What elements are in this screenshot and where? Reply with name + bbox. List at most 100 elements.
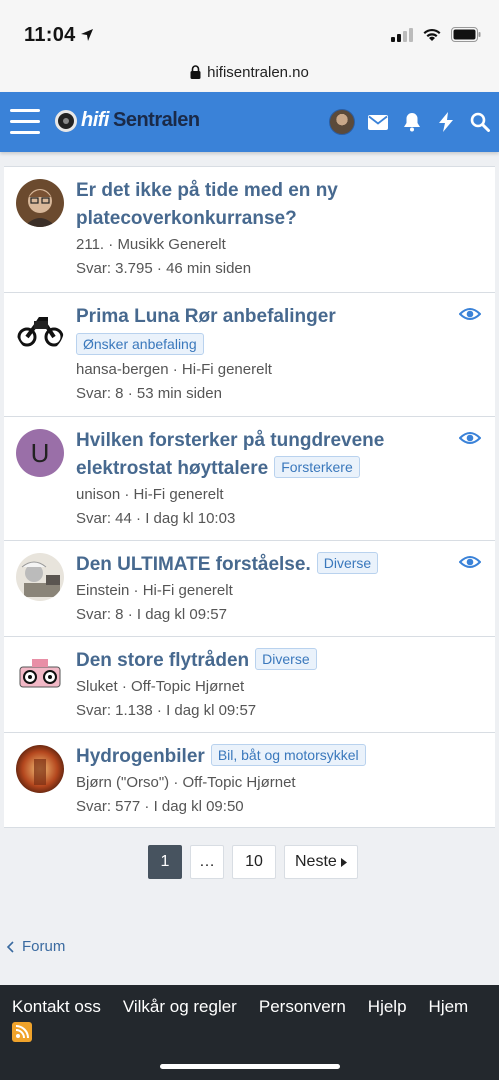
thread-item[interactable]: Hydrogenbiler Bil, båt og motorsykkel Bjø… bbox=[4, 732, 495, 828]
lock-icon bbox=[190, 65, 201, 79]
watched-eye-icon[interactable] bbox=[458, 431, 482, 445]
thread-title-text[interactable]: Er det ikke på tide med en ny platecover… bbox=[76, 180, 338, 229]
thread-author[interactable]: Bjørn ("Orso") bbox=[76, 774, 169, 791]
site-header: hifi Sentralen bbox=[0, 92, 499, 152]
thread-author[interactable]: 211. bbox=[76, 236, 104, 253]
avatar[interactable]: U bbox=[16, 429, 64, 477]
thread-title-text[interactable]: Den store flytråden bbox=[76, 650, 249, 671]
caret-right-icon bbox=[340, 857, 347, 867]
thread-prefix-badge[interactable]: Diverse bbox=[316, 552, 379, 574]
thread-stats: Svar: 3.795 · 46 min siden bbox=[76, 260, 252, 277]
thread-forum[interactable]: Off-Topic Hjørnet bbox=[183, 774, 296, 791]
url-domain: hifisentralen.no bbox=[207, 63, 309, 81]
thread-title[interactable]: Prima Luna Rør anbefalinger bbox=[76, 303, 485, 331]
thread-prefix-badge[interactable]: Diverse bbox=[255, 648, 317, 670]
avatar[interactable] bbox=[16, 553, 64, 601]
thread-stats: Svar: 577 · I dag kl 09:50 bbox=[76, 798, 244, 815]
thread-time: 53 min siden bbox=[136, 385, 222, 402]
thread-item[interactable]: Den store flytråden Diverse Sluket · Off-… bbox=[4, 636, 495, 732]
inbox-envelope-icon[interactable] bbox=[367, 111, 389, 133]
thread-title[interactable]: Hvilken forsterker på tungdrevene elektr… bbox=[76, 427, 485, 483]
thread-prefix-badge[interactable]: Forsterkere bbox=[274, 456, 360, 478]
thread-forum[interactable]: Hi-Fi generelt bbox=[143, 582, 233, 599]
thread-forum[interactable]: Off-Topic Hjørnet bbox=[131, 678, 244, 695]
thread-meta: Bjørn ("Orso") · Off-Topic Hjørnet bbox=[76, 774, 296, 791]
thread-title[interactable]: Den store flytråden Diverse bbox=[76, 647, 485, 675]
thread-list: Er det ikke på tide med en ny platecover… bbox=[4, 166, 495, 828]
page-ellipsis-button[interactable]: … bbox=[190, 845, 224, 879]
thread-forum[interactable]: Hi-Fi generelt bbox=[134, 486, 224, 503]
user-avatar[interactable] bbox=[329, 109, 355, 135]
avatar[interactable] bbox=[16, 305, 64, 353]
thread-item[interactable]: Den ULTIMATE forståelse. Diverse Einstein… bbox=[4, 540, 495, 636]
thread-time: I dag kl 09:57 bbox=[166, 702, 257, 719]
thread-meta: unison · Hi-Fi generelt bbox=[76, 486, 224, 503]
thread-prefix-badge[interactable]: Ønsker anbefaling bbox=[76, 333, 204, 355]
next-page-label: Neste bbox=[295, 853, 337, 870]
breadcrumb-forum-link[interactable]: Forum bbox=[22, 938, 65, 955]
thread-item[interactable]: Er det ikke på tide med en ny platecover… bbox=[4, 166, 495, 292]
status-bar: 11:04 bbox=[0, 0, 499, 52]
watched-eye-icon[interactable] bbox=[458, 307, 482, 321]
footer-link-privacy[interactable]: Personvern bbox=[259, 997, 346, 1017]
footer-link-home[interactable]: Hjem bbox=[429, 997, 469, 1017]
menu-hamburger-icon[interactable] bbox=[10, 109, 40, 135]
footer-link-contact[interactable]: Kontakt oss bbox=[12, 997, 101, 1017]
header-actions bbox=[329, 109, 491, 135]
thread-replies: Svar: 1.138 bbox=[76, 702, 153, 719]
search-icon[interactable] bbox=[469, 111, 491, 133]
thread-author[interactable]: unison bbox=[76, 486, 120, 503]
avatar[interactable] bbox=[16, 649, 64, 697]
url-bar[interactable]: hifisentralen.no bbox=[0, 52, 499, 92]
footer-link-terms[interactable]: Vilkår og regler bbox=[123, 997, 237, 1017]
chevron-left-icon bbox=[6, 940, 14, 953]
thread-time: I dag kl 10:03 bbox=[145, 510, 236, 527]
thread-author[interactable]: Sluket bbox=[76, 678, 118, 695]
thread-meta: Sluket · Off-Topic Hjørnet bbox=[76, 678, 245, 695]
thread-meta: 211. · Musikk Generelt bbox=[76, 236, 226, 253]
breadcrumb[interactable]: Forum bbox=[6, 938, 65, 955]
thread-replies: Svar: 8 bbox=[76, 385, 124, 402]
thread-title[interactable]: Hydrogenbiler Bil, båt og motorsykkel bbox=[76, 743, 485, 771]
thread-title[interactable]: Er det ikke på tide med en ny platecover… bbox=[76, 177, 485, 233]
cellular-signal-icon bbox=[391, 27, 413, 42]
thread-item[interactable]: U Hvilken forsterker på tungdrevene elek… bbox=[4, 416, 495, 540]
thread-forum[interactable]: Hi-Fi generelt bbox=[182, 361, 272, 378]
thread-title-text[interactable]: Prima Luna Rør anbefalinger bbox=[76, 306, 336, 327]
rss-icon[interactable] bbox=[12, 1022, 32, 1042]
pagination: 1 … 10 Neste bbox=[148, 845, 358, 879]
wifi-icon bbox=[423, 28, 441, 41]
page-10-button[interactable]: 10 bbox=[232, 845, 276, 879]
page-1-button[interactable]: 1 bbox=[148, 845, 182, 879]
thread-title-text[interactable]: Den ULTIMATE forståelse. bbox=[76, 554, 311, 575]
site-logo[interactable]: hifi Sentralen bbox=[55, 109, 200, 132]
thread-replies: Svar: 3.795 bbox=[76, 260, 153, 277]
thread-replies: Svar: 577 bbox=[76, 798, 141, 815]
watched-eye-icon[interactable] bbox=[458, 555, 482, 569]
footer-links: Kontakt oss Vilkår og regler Personvern … bbox=[12, 997, 468, 1017]
avatar[interactable] bbox=[16, 745, 64, 793]
logo-text-sentralen: Sentralen bbox=[113, 109, 200, 131]
thread-replies: Svar: 8 bbox=[76, 606, 124, 623]
thread-forum[interactable]: Musikk Generelt bbox=[117, 236, 225, 253]
next-page-button[interactable]: Neste bbox=[284, 845, 358, 879]
thread-stats: Svar: 8 · I dag kl 09:57 bbox=[76, 606, 227, 623]
footer-link-help[interactable]: Hjelp bbox=[368, 997, 407, 1017]
thread-replies: Svar: 44 bbox=[76, 510, 132, 527]
thread-title-text[interactable]: Hydrogenbiler bbox=[76, 746, 205, 767]
home-indicator bbox=[160, 1064, 340, 1069]
thread-author[interactable]: Einstein bbox=[76, 582, 129, 599]
logo-text-hifi: hifi bbox=[81, 109, 110, 131]
thread-meta: Einstein · Hi-Fi generelt bbox=[76, 582, 233, 599]
avatar[interactable] bbox=[16, 179, 64, 227]
thread-item[interactable]: Prima Luna Rør anbefalinger Ønsker anbef… bbox=[4, 292, 495, 416]
thread-title[interactable]: Den ULTIMATE forståelse. Diverse bbox=[76, 551, 485, 579]
thread-author[interactable]: hansa-bergen bbox=[76, 361, 169, 378]
logo-disc-icon bbox=[55, 109, 77, 132]
thread-stats: Svar: 8 · 53 min siden bbox=[76, 385, 222, 402]
whats-new-bolt-icon[interactable] bbox=[435, 111, 457, 133]
thread-stats: Svar: 44 · I dag kl 10:03 bbox=[76, 510, 236, 527]
site-footer: Kontakt oss Vilkår og regler Personvern … bbox=[0, 985, 499, 1080]
notifications-bell-icon[interactable] bbox=[401, 111, 423, 133]
thread-prefix-badge[interactable]: Bil, båt og motorsykkel bbox=[210, 744, 366, 766]
